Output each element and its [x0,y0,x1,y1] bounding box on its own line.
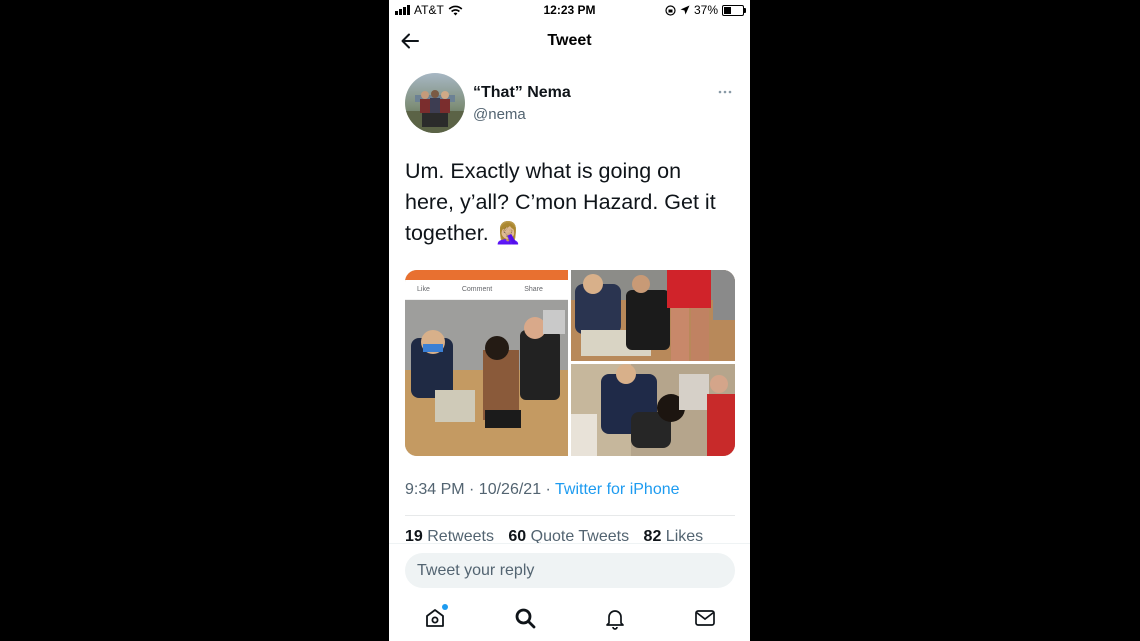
embedded-comment-label: Comment [461,286,493,293]
embedded-post-actions: Like Comment Share [417,286,543,293]
messages-icon [695,610,715,626]
tab-bar [389,604,750,634]
tab-messages[interactable] [693,606,717,630]
divider [405,515,735,516]
nav-header: Tweet [389,22,750,60]
author-avatar[interactable] [405,73,465,133]
tweet-timestamp: 9:34 PM · 10/26/21 · Twitter for iPhone [405,481,680,499]
tweet-media-grid[interactable]: Like Comment Share [405,270,735,456]
page-title: Tweet [547,32,592,49]
orientation-lock-icon [665,4,676,16]
media-image-3[interactable] [571,364,735,456]
notifications-icon [606,610,624,630]
bottom-bar [389,543,750,641]
location-icon [680,5,690,15]
battery-percent: 37% [693,3,718,17]
tab-home[interactable] [423,604,448,630]
status-bar: AT&T 12:23 PM 37% [389,0,750,22]
more-options-icon[interactable] [717,84,733,100]
phone-screen: AT&T 12:23 PM 37% Tweet “That” Nema @nem… [389,0,750,641]
unread-dot [442,604,448,610]
embedded-like-label: Like [417,286,430,293]
tweet-source-link[interactable]: Twitter for iPhone [555,481,680,498]
author-handle[interactable]: @nema [473,106,526,123]
status-right: 37% [665,3,746,17]
timestamp-text: 9:34 PM · 10/26/21 · [405,481,556,498]
tab-search[interactable] [513,606,537,630]
media-image-1[interactable]: Like Comment Share [405,270,568,456]
battery-icon [722,4,746,16]
tab-notifications[interactable] [603,606,627,630]
embedded-share-label: Share [524,286,543,293]
media-image-2[interactable] [571,270,735,361]
reply-input[interactable] [405,553,735,588]
tweet-text: Um. Exactly what is going on here, y’all… [405,159,716,245]
search-icon [515,608,536,629]
author-name[interactable]: “That” Nema [473,84,571,102]
